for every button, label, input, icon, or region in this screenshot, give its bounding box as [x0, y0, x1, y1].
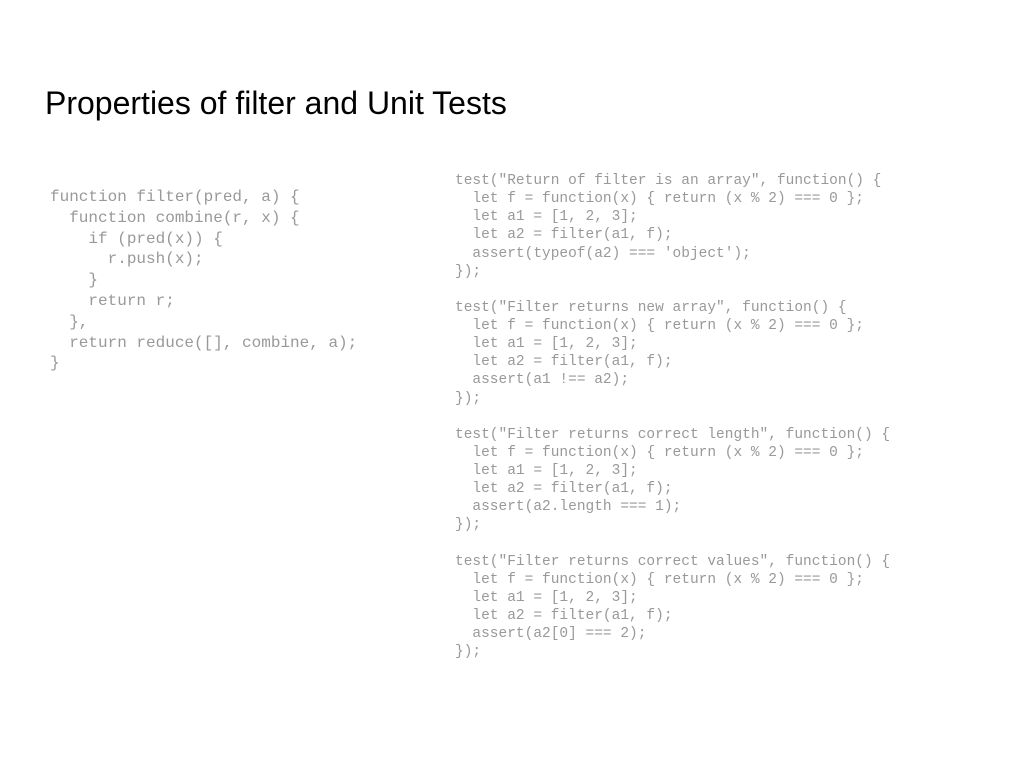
content-area: function filter(pred, a) { function comb…	[0, 122, 1024, 661]
filter-function-code: function filter(pred, a) { function comb…	[50, 172, 455, 374]
slide-title: Properties of filter and Unit Tests	[0, 0, 1024, 122]
left-column: function filter(pred, a) { function comb…	[50, 172, 455, 661]
right-column: test("Return of filter is an array", fun…	[455, 172, 1024, 661]
unit-tests-code: test("Return of filter is an array", fun…	[455, 172, 1024, 661]
slide: Properties of filter and Unit Tests func…	[0, 0, 1024, 768]
